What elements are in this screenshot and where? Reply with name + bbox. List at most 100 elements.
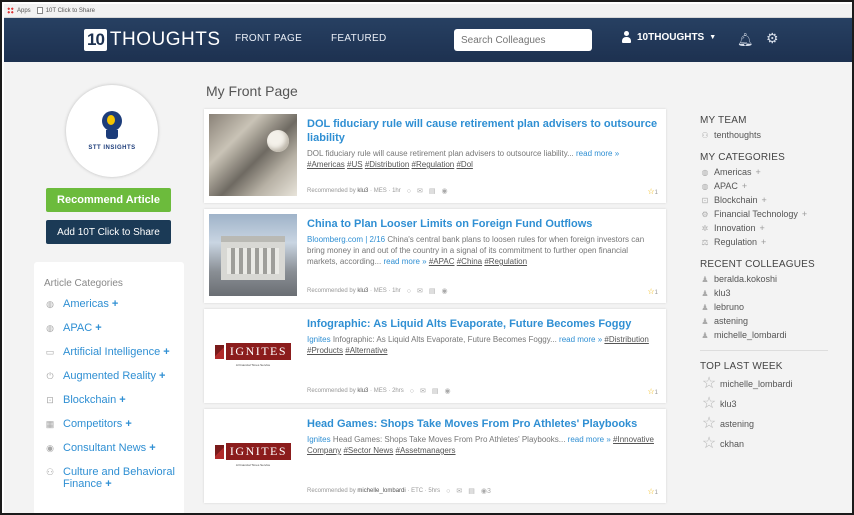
- article-meta: MES · 1hr: [373, 288, 401, 294]
- my-category-item[interactable]: ◍ Americas +: [700, 167, 852, 177]
- comment-icon[interactable]: ○: [410, 388, 414, 395]
- category-item[interactable]: ⊡ Blockchain +: [44, 394, 184, 407]
- tag-link[interactable]: #Distribution: [365, 160, 409, 169]
- my-category-item[interactable]: ⊡ Blockchain +: [700, 195, 852, 205]
- plus-icon[interactable]: +: [105, 478, 111, 490]
- tag-link[interactable]: #Dol: [456, 160, 472, 169]
- category-item[interactable]: ◉ Consultant News +: [44, 442, 184, 455]
- tag-link[interactable]: #Americas: [307, 160, 345, 169]
- divider: [700, 350, 828, 351]
- recommender-link[interactable]: klu3: [357, 388, 368, 394]
- plus-icon[interactable]: +: [119, 394, 125, 406]
- comment-icon[interactable]: ○: [446, 488, 450, 495]
- plus-icon[interactable]: +: [802, 209, 807, 219]
- tag-link[interactable]: #China: [457, 257, 482, 266]
- colleague-item[interactable]: ♟ michelle_lombardi: [700, 330, 852, 340]
- article-source[interactable]: Ignites: [307, 435, 331, 444]
- bookmark-icon[interactable]: ▤: [468, 487, 475, 495]
- top-colleague-item[interactable]: ☆ klu3: [700, 396, 852, 412]
- colleague-item[interactable]: ♟ astening: [700, 316, 852, 326]
- plus-icon[interactable]: +: [756, 167, 761, 177]
- site-logo[interactable]: 10 THOUGHTS: [84, 28, 221, 52]
- tag-link[interactable]: #Distribution: [604, 335, 648, 344]
- tag-link[interactable]: #Regulation: [484, 257, 527, 266]
- mail-icon[interactable]: ✉: [456, 487, 462, 495]
- plus-icon[interactable]: +: [742, 181, 747, 191]
- category-item[interactable]: ◍ Americas +: [44, 298, 184, 311]
- tag-link[interactable]: #Alternative: [345, 346, 387, 355]
- bookmark-icon[interactable]: ▤: [429, 287, 436, 295]
- category-item[interactable]: ⚇ Culture and Behavioral Finance +: [44, 466, 184, 490]
- nav-featured[interactable]: FEATURED: [331, 33, 387, 44]
- plus-icon[interactable]: +: [762, 195, 767, 205]
- ignites-logo-thumbnail[interactable]: IGNITES A Financial Times Service: [209, 414, 297, 496]
- tag-link[interactable]: #Products: [307, 346, 343, 355]
- search-colleagues-input[interactable]: [454, 29, 592, 51]
- tag-link[interactable]: #Sector News: [343, 446, 393, 455]
- plus-icon[interactable]: +: [125, 418, 131, 430]
- comment-icon[interactable]: ○: [407, 288, 411, 295]
- article-title[interactable]: Head Games: Shops Take Moves From Pro At…: [307, 417, 659, 431]
- plus-icon[interactable]: +: [760, 223, 765, 233]
- star-rating[interactable]: ☆1: [647, 187, 658, 196]
- colleague-item[interactable]: ♟ klu3: [700, 288, 852, 298]
- tag-link[interactable]: #US: [347, 160, 363, 169]
- article-title[interactable]: DOL fiduciary rule will cause retirement…: [307, 117, 659, 145]
- article-title[interactable]: China to Plan Looser Limits on Foreign F…: [307, 217, 659, 231]
- top-colleague-item[interactable]: ☆ astening: [700, 416, 852, 432]
- ignites-logo-thumbnail[interactable]: IGNITES A Financial Times Service: [209, 314, 297, 396]
- star-rating[interactable]: ☆1: [647, 287, 658, 296]
- top-colleague-item[interactable]: ☆ ckhan: [700, 436, 852, 452]
- my-category-item[interactable]: ✲ Innovation +: [700, 223, 852, 233]
- colleague-item[interactable]: ♟ lebruno: [700, 302, 852, 312]
- category-item[interactable]: ◍ APAC +: [44, 322, 184, 335]
- recommender-link[interactable]: klu3: [357, 288, 368, 294]
- mail-icon[interactable]: ✉: [417, 287, 423, 295]
- bookmark-click-to-share[interactable]: 10T Click to Share: [36, 7, 95, 14]
- read-more-link[interactable]: read more »: [576, 149, 619, 158]
- tag-link[interactable]: #Regulation: [412, 160, 455, 169]
- plus-icon[interactable]: +: [149, 442, 155, 454]
- colleague-item[interactable]: ♟ beralda.kokoshi: [700, 274, 852, 284]
- article-source[interactable]: Ignites: [307, 335, 331, 344]
- mail-icon[interactable]: ✉: [417, 187, 423, 195]
- star-rating[interactable]: ☆1: [647, 387, 658, 396]
- read-more-link[interactable]: read more »: [383, 257, 426, 266]
- comment-icon[interactable]: ○: [407, 188, 411, 195]
- bookmark-icon[interactable]: ▤: [429, 187, 436, 195]
- recommended-by-label: Recommended by: [307, 188, 356, 194]
- article-title[interactable]: Infographic: As Liquid Alts Evaporate, F…: [307, 317, 659, 331]
- user-menu[interactable]: 10THOUGHTS ▼: [621, 31, 716, 43]
- team-item[interactable]: ⚇ tenthoughts: [700, 130, 852, 140]
- tag-link[interactable]: #Assetmanagers: [396, 446, 456, 455]
- article-thumbnail[interactable]: [209, 114, 297, 196]
- plus-icon[interactable]: +: [159, 370, 165, 382]
- bell-icon[interactable]: 🔔︎: [737, 32, 754, 48]
- top-colleague-item[interactable]: ☆ michelle_lombardi: [700, 376, 852, 392]
- plus-icon[interactable]: +: [163, 346, 169, 358]
- nav-front-page[interactable]: FRONT PAGE: [235, 33, 302, 44]
- my-category-item[interactable]: ◍ APAC +: [700, 181, 852, 191]
- read-more-link[interactable]: read more »: [559, 335, 602, 344]
- read-more-link[interactable]: read more »: [568, 435, 611, 444]
- plus-icon[interactable]: +: [761, 237, 766, 247]
- recommender-link[interactable]: klu3: [357, 188, 368, 194]
- plus-icon[interactable]: +: [95, 322, 101, 334]
- recommend-article-button[interactable]: Recommend Article: [46, 188, 171, 212]
- bookmark-icon[interactable]: ▤: [432, 387, 439, 395]
- my-category-item[interactable]: ⚙ Financial Technology +: [700, 209, 852, 219]
- add-click-to-share-button[interactable]: Add 10T Click to Share: [46, 220, 171, 244]
- category-item[interactable]: ▭ Artificial Intelligence +: [44, 346, 184, 359]
- article-thumbnail[interactable]: [209, 214, 297, 296]
- category-item[interactable]: ▦ Competitors +: [44, 418, 184, 431]
- tag-link[interactable]: #APAC: [429, 257, 455, 266]
- bookmark-apps[interactable]: Apps: [7, 7, 31, 14]
- plus-icon[interactable]: +: [112, 298, 118, 310]
- article-source[interactable]: Bloomberg.com | 2/16: [307, 235, 385, 244]
- mail-icon[interactable]: ✉: [420, 387, 426, 395]
- star-rating[interactable]: ☆1: [647, 487, 658, 496]
- recommender-link[interactable]: michelle_lombardi: [357, 488, 405, 494]
- gear-icon[interactable]: ⚙: [766, 30, 779, 47]
- my-category-item[interactable]: ⚖ Regulation +: [700, 237, 852, 247]
- category-item[interactable]: ⏻ Augmented Reality +: [44, 370, 184, 383]
